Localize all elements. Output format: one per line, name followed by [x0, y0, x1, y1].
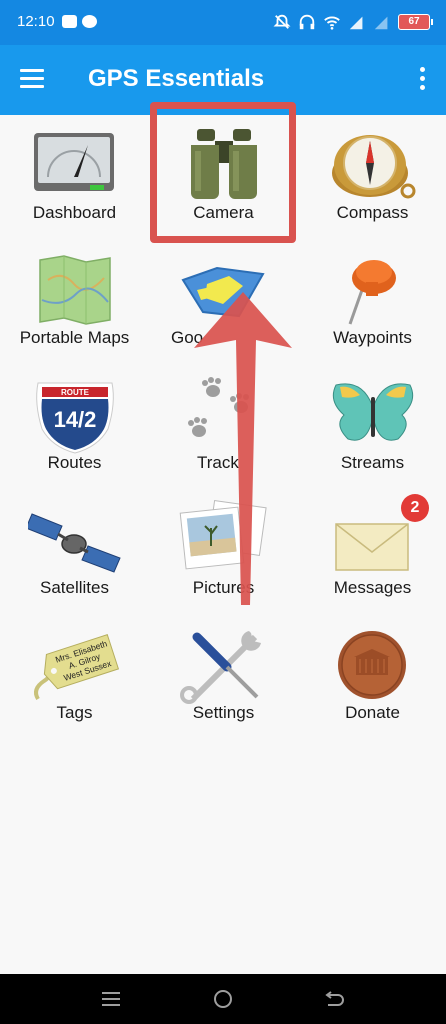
google-maps-icon — [181, 266, 265, 318]
tile-track[interactable]: Track — [149, 365, 298, 490]
navigation-bar — [0, 974, 446, 1024]
mute-icon — [273, 14, 291, 29]
tile-compass[interactable]: Compass — [298, 115, 446, 240]
tile-label: Track — [197, 453, 239, 472]
youtube-notification-icon — [62, 15, 77, 28]
app-title: GPS Essentials — [88, 65, 265, 92]
wifi-icon — [324, 16, 340, 30]
tile-streams[interactable]: Streams — [298, 365, 446, 490]
headphones-icon — [299, 14, 315, 30]
tools-icon — [180, 631, 261, 704]
tile-label: Goo — [171, 328, 204, 347]
route-sign-icon: ROUTE 14/2 — [36, 382, 114, 454]
compass-icon — [332, 135, 416, 199]
tile-label: Streams — [340, 453, 405, 472]
photos-icon — [179, 500, 267, 570]
status-time: 12:10 — [17, 13, 55, 30]
tile-label: Donate — [345, 703, 400, 722]
tile-label: Routes — [47, 453, 102, 472]
tile-portable-maps[interactable]: Portable Maps — [0, 240, 149, 365]
tile-label: Satellites — [40, 578, 109, 597]
chat-notification-icon — [82, 15, 97, 28]
tile-label: Dashboard — [32, 203, 117, 222]
tile-tags[interactable]: Mrs. Elisabeth A. Gilroy West Sussex Tag… — [0, 615, 149, 740]
tile-label: Compass — [336, 203, 409, 222]
satellite-icon — [28, 513, 121, 573]
tile-satellites[interactable]: Satellites — [0, 490, 149, 615]
battery-indicator: 67 — [398, 14, 433, 30]
hamburger-menu-icon[interactable] — [20, 69, 44, 89]
more-vert-icon[interactable] — [420, 67, 426, 91]
recent-apps-icon[interactable] — [99, 988, 123, 1010]
tile-waypoints[interactable]: Waypoints — [298, 240, 446, 365]
penny-icon — [338, 631, 406, 699]
message-count-badge: 2 — [401, 494, 429, 522]
tile-google-maps[interactable]: Goo — [149, 240, 298, 365]
tile-settings[interactable]: Settings — [149, 615, 298, 740]
luggage-tag-icon: Mrs. Elisabeth A. Gilroy West Sussex — [34, 634, 120, 701]
tile-label: Messages — [333, 578, 412, 597]
app-bar: GPS Essentials — [0, 45, 446, 115]
tile-label: Portable Maps — [19, 328, 130, 347]
map-icon — [39, 255, 111, 325]
tile-camera[interactable]: Camera — [149, 115, 298, 240]
home-icon[interactable] — [211, 988, 235, 1010]
binoculars-icon — [191, 129, 257, 199]
paw-prints-icon — [188, 377, 249, 437]
tile-label: Settings — [192, 703, 255, 722]
tile-label: Waypoints — [333, 328, 412, 347]
back-icon[interactable] — [322, 988, 346, 1010]
signal-1-icon — [349, 16, 363, 30]
tile-pictures[interactable]: Pictures — [149, 490, 298, 615]
pin-icon — [348, 260, 396, 325]
route-sign-top: ROUTE — [61, 388, 90, 397]
butterfly-icon — [332, 383, 414, 441]
route-sign-number: 14/2 — [54, 407, 97, 432]
tile-messages[interactable]: 2 Messages — [298, 490, 446, 615]
tile-label: Pictures — [192, 578, 255, 597]
dashboard-icon — [34, 133, 114, 191]
tile-dashboard[interactable]: Dashboard — [0, 115, 149, 240]
signal-2-icon — [374, 16, 388, 30]
tile-routes[interactable]: ROUTE 14/2 Routes — [0, 365, 149, 490]
tile-label: Camera — [193, 203, 254, 222]
tile-donate[interactable]: Donate — [298, 615, 446, 740]
status-bar: 12:10 67 — [0, 0, 446, 45]
tile-label: Tags — [56, 703, 93, 722]
status-icons: 67 — [273, 12, 433, 32]
